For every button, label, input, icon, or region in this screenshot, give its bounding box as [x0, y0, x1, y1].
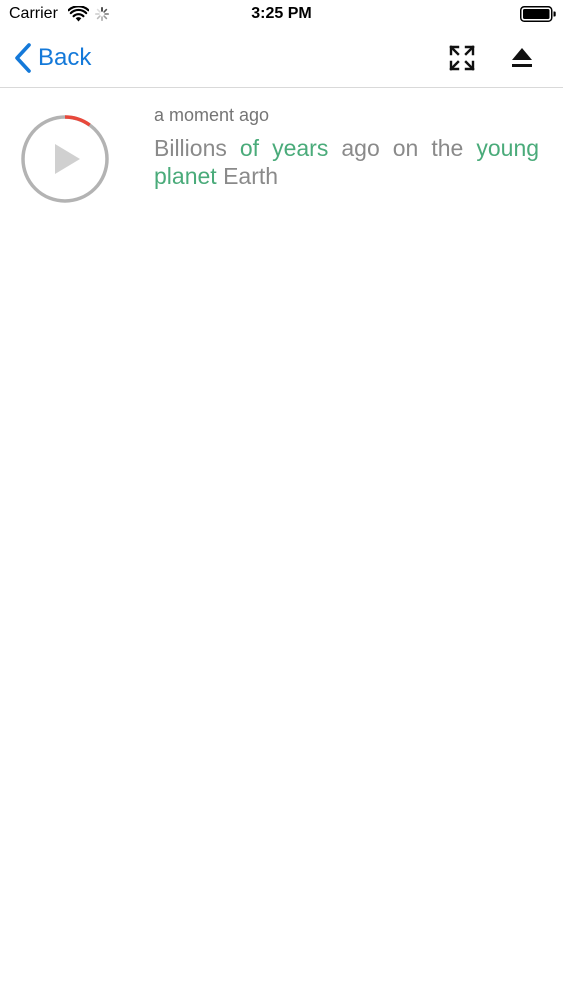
message-word: Earth — [223, 163, 279, 189]
message-word: young — [476, 135, 540, 161]
navigation-bar: Back — [0, 30, 563, 88]
message-word: Billions — [154, 135, 227, 161]
battery-icon — [520, 6, 556, 22]
message-row[interactable]: a moment ago Billions of years ago on th… — [0, 88, 563, 218]
message-text: Billions of years ago on the young plane… — [154, 134, 539, 190]
status-time: 3:25 PM — [251, 5, 312, 22]
play-button[interactable] — [20, 114, 110, 204]
status-bar: Carrier 3:25 PM — [0, 0, 563, 30]
chevron-left-icon — [15, 43, 31, 73]
screen: Carrier 3:25 PM Back a moment ago Billio… — [0, 0, 563, 1000]
expand-icon[interactable] — [446, 42, 478, 74]
message-word: planet — [154, 163, 217, 189]
message-word: ago — [341, 135, 380, 161]
message-word: of — [239, 135, 260, 161]
message-word: the — [431, 135, 464, 161]
message-word: years — [272, 135, 329, 161]
eject-icon[interactable] — [506, 44, 538, 72]
back-label: Back — [38, 44, 92, 71]
message-word: on — [392, 135, 419, 161]
back-button[interactable]: Back — [14, 41, 91, 75]
message-timestamp: a moment ago — [154, 105, 270, 125]
